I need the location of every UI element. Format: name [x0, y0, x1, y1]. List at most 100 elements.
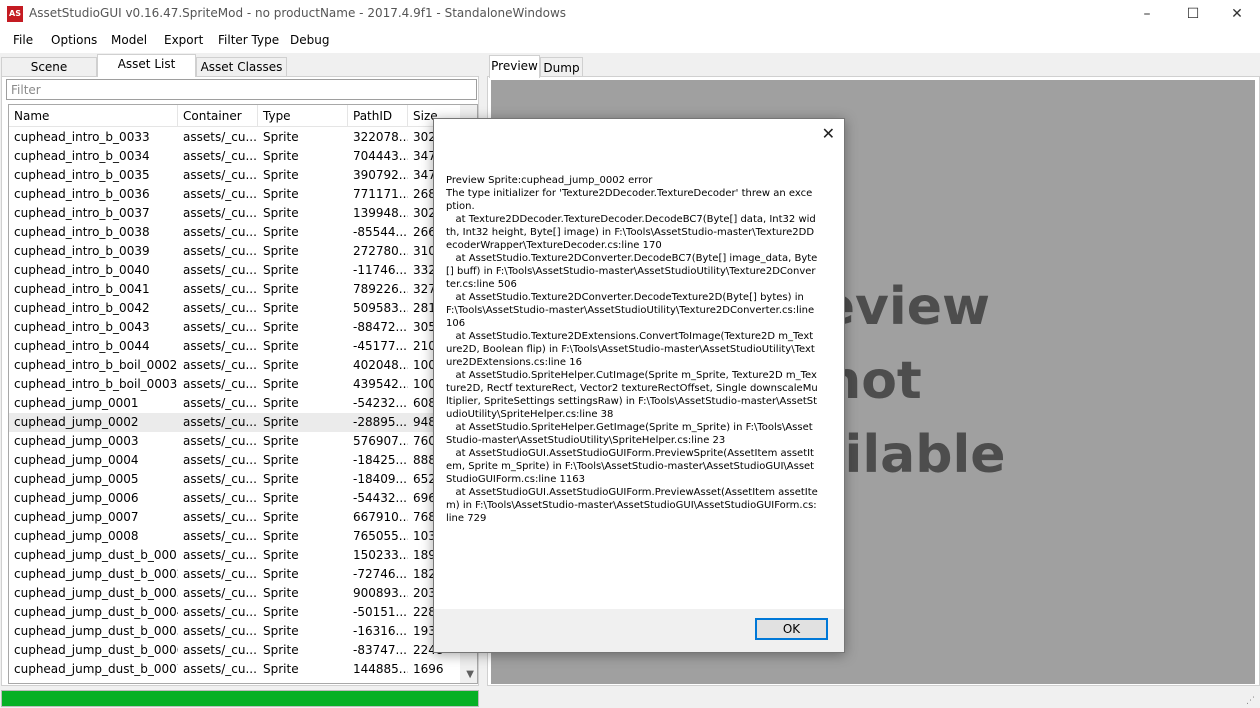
cell-type: Sprite	[263, 643, 299, 657]
cell-name: cuphead_intro_b_boil_0002	[14, 358, 178, 372]
table-row[interactable]: cuphead_intro_b_0041 assets/_cu... Sprite 7…	[9, 280, 461, 299]
cell-pathid: 789226...	[353, 282, 408, 296]
menu-export[interactable]: Export	[164, 33, 203, 47]
tab-preview[interactable]: Preview	[489, 55, 540, 78]
table-row[interactable]: cuphead_intro_b_0043 assets/_cu... Sprite -…	[9, 318, 461, 337]
cell-type: Sprite	[263, 149, 299, 163]
tab-dump[interactable]: Dump	[540, 57, 583, 77]
cell-container: assets/_cu...	[183, 301, 257, 315]
menu-file[interactable]: File	[13, 33, 33, 47]
table-row[interactable]: cuphead_intro_b_0042 assets/_cu... Sprite 5…	[9, 299, 461, 318]
table-row[interactable]: cuphead_intro_b_0035 assets/_cu... Sprite 3…	[9, 166, 461, 185]
tab-asset-classes[interactable]: Asset Classes	[196, 57, 287, 77]
cell-type: Sprite	[263, 206, 299, 220]
table-row[interactable]: cuphead_intro_b_0044 assets/_cu... Sprite -…	[9, 337, 461, 356]
cell-type: Sprite	[263, 491, 299, 505]
cell-name: cuphead_jump_dust_b_0002	[14, 567, 178, 581]
table-row[interactable]: cuphead_intro_b_0038 assets/_cu... Sprite -…	[9, 223, 461, 242]
table-row[interactable]: cuphead_intro_b_0039 assets/_cu... Sprite 2…	[9, 242, 461, 261]
tab-scene-hierarchy[interactable]: Scene Hierarchy	[1, 57, 97, 92]
cell-container: assets/_cu...	[183, 491, 257, 505]
cell-container: assets/_cu...	[183, 206, 257, 220]
table-row[interactable]: cuphead_jump_0002 assets/_cu... Sprite -288…	[9, 413, 461, 432]
cell-name: cuphead_jump_0008	[14, 529, 139, 543]
app-icon: AS	[7, 6, 23, 22]
table-row[interactable]: cuphead_jump_dust_b_0007 assets/_cu... Spr…	[9, 660, 461, 679]
minimize-button[interactable]: –	[1124, 0, 1170, 29]
cell-pathid: 900893...	[353, 586, 408, 600]
cell-name: cuphead_jump_0005	[14, 472, 139, 486]
cell-pathid: 704443...	[353, 149, 408, 163]
maximize-button[interactable]: ☐	[1170, 0, 1216, 29]
column-pathid[interactable]: PathID	[348, 105, 408, 127]
cell-pathid: -54232...	[353, 396, 407, 410]
scroll-down-icon[interactable]: ▼	[466, 669, 474, 680]
menu-options[interactable]: Options	[51, 33, 97, 47]
cell-container: assets/_cu...	[183, 510, 257, 524]
cell-pathid: -83747...	[353, 643, 407, 657]
cell-pathid: -18409...	[353, 472, 407, 486]
table-row[interactable]: cuphead_jump_0006 assets/_cu... Sprite -544…	[9, 489, 461, 508]
column-type[interactable]: Type	[258, 105, 348, 127]
table-row[interactable]: cuphead_intro_b_0033 assets/_cu... Sprite 3…	[9, 128, 461, 147]
cell-pathid: 439542...	[353, 377, 408, 391]
cell-container: assets/_cu...	[183, 168, 257, 182]
cell-pathid: 509583...	[353, 301, 408, 315]
cell-name: cuphead_jump_0004	[14, 453, 139, 467]
tab-asset-list[interactable]: Asset List	[97, 54, 196, 77]
table-row[interactable]: cuphead_intro_b_boil_0002 assets/_cu... Sp…	[9, 356, 461, 375]
cell-name: cuphead_jump_0006	[14, 491, 139, 505]
cell-name: cuphead_jump_0001	[14, 396, 139, 410]
cell-pathid: -28895...	[353, 415, 407, 429]
table-row[interactable]: cuphead_jump_dust_b_0003 assets/_cu... Spr…	[9, 584, 461, 603]
table-row[interactable]: cuphead_jump_dust_b_0002 assets/_cu... Spr…	[9, 565, 461, 584]
cell-name: cuphead_intro_b_0033	[14, 130, 150, 144]
table-row[interactable]: cuphead_jump_dust_b_0001 assets/_cu... Spr…	[9, 546, 461, 565]
resize-grip-icon[interactable]: ⋰	[1246, 696, 1256, 706]
cell-container: assets/_cu...	[183, 263, 257, 277]
filter-input[interactable]	[6, 79, 477, 100]
cell-name: cuphead_intro_b_0035	[14, 168, 150, 182]
cell-name: cuphead_jump_0002	[14, 415, 139, 429]
cell-container: assets/_cu...	[183, 643, 257, 657]
table-row[interactable]: cuphead_jump_0001 assets/_cu... Sprite -542…	[9, 394, 461, 413]
cell-pathid: 144885...	[353, 662, 408, 676]
cell-pathid: 390792...	[353, 168, 408, 182]
table-row[interactable]: cuphead_jump_dust_b_0004 assets/_cu... Spr…	[9, 603, 461, 622]
cell-name: cuphead_intro_b_boil_0003	[14, 377, 178, 391]
table-row[interactable]: cuphead_intro_b_0034 assets/_cu... Sprite 7…	[9, 147, 461, 166]
cell-type: Sprite	[263, 168, 299, 182]
cell-container: assets/_cu...	[183, 377, 257, 391]
cell-type: Sprite	[263, 263, 299, 277]
column-name[interactable]: Name	[9, 105, 178, 127]
menu-model[interactable]: Model	[111, 33, 147, 47]
cell-pathid: -16316...	[353, 624, 407, 638]
table-row[interactable]: cuphead_jump_dust_b_0006 assets/_cu... Spr…	[9, 641, 461, 660]
cell-type: Sprite	[263, 301, 299, 315]
cell-type: Sprite	[263, 662, 299, 676]
table-row[interactable]: cuphead_intro_b_0037 assets/_cu... Sprite 1…	[9, 204, 461, 223]
asset-list[interactable]: Name Container Type PathID Size cuphead_…	[8, 104, 478, 684]
table-row[interactable]: cuphead_jump_0008 assets/_cu... Sprite 7650…	[9, 527, 461, 546]
menu-filter-type[interactable]: Filter Type	[218, 33, 279, 47]
cell-container: assets/_cu...	[183, 396, 257, 410]
menu-debug[interactable]: Debug	[290, 33, 329, 47]
ok-button[interactable]: OK	[755, 618, 828, 640]
table-row[interactable]: cuphead_jump_0003 assets/_cu... Sprite 5769…	[9, 432, 461, 451]
table-row[interactable]: cuphead_jump_dust_b_0005 assets/_cu... Spr…	[9, 622, 461, 641]
table-row[interactable]: cuphead_jump_0007 assets/_cu... Sprite 6679…	[9, 508, 461, 527]
cell-pathid: -72746...	[353, 567, 407, 581]
column-header: Name Container Type PathID Size	[9, 105, 461, 127]
close-window-button[interactable]: ✕	[1214, 0, 1260, 29]
cell-name: cuphead_jump_dust_b_0005	[14, 624, 178, 638]
column-container[interactable]: Container	[178, 105, 258, 127]
cell-type: Sprite	[263, 510, 299, 524]
dialog-close-button[interactable]: ✕	[822, 124, 835, 143]
cell-type: Sprite	[263, 244, 299, 258]
table-row[interactable]: cuphead_jump_0004 assets/_cu... Sprite -184…	[9, 451, 461, 470]
table-row[interactable]: cuphead_jump_0005 assets/_cu... Sprite -184…	[9, 470, 461, 489]
table-row[interactable]: cuphead_intro_b_boil_0003 assets/_cu... Sp…	[9, 375, 461, 394]
table-row[interactable]: cuphead_intro_b_0040 assets/_cu... Sprite -…	[9, 261, 461, 280]
cell-container: assets/_cu...	[183, 548, 257, 562]
table-row[interactable]: cuphead_intro_b_0036 assets/_cu... Sprite 7…	[9, 185, 461, 204]
